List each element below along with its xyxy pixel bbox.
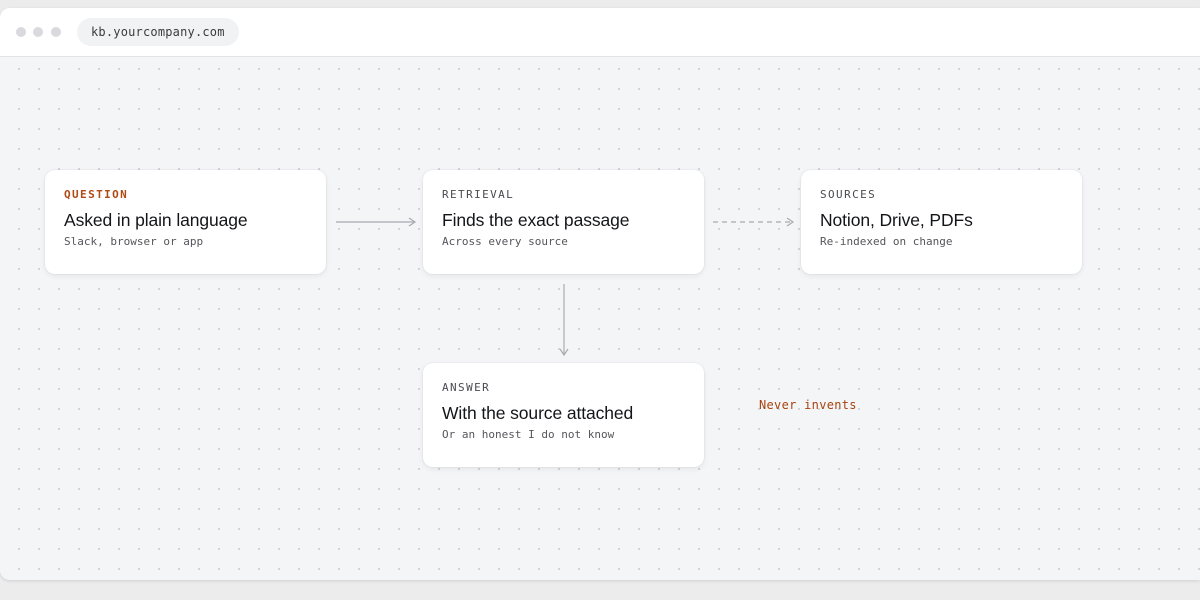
question-card-eyebrow: QUESTION — [64, 188, 129, 201]
retrieval-card[interactable]: RETRIEVAL Finds the exact passage Across… — [423, 170, 704, 274]
retrieval-card-title: Finds the exact passage — [442, 210, 630, 230]
question-card-title: Asked in plain language — [64, 210, 248, 230]
address-bar[interactable]: kb.yourcompany.com — [77, 18, 239, 46]
window-maximize-dot-icon[interactable] — [51, 27, 61, 37]
sources-card-eyebrow: SOURCES — [820, 188, 877, 201]
retrieval-card-subtitle: Across every source — [442, 235, 568, 248]
window-minimize-dot-icon[interactable] — [33, 27, 43, 37]
connector-layer — [336, 217, 795, 357]
answer-card[interactable]: ANSWER With the source attached Or an ho… — [423, 363, 704, 467]
address-bar-url: kb.yourcompany.com — [91, 25, 225, 39]
question-card-subtitle: Slack, browser or app — [64, 235, 204, 248]
arrow-retrieval-to-answer — [559, 284, 569, 357]
answer-card-eyebrow: ANSWER — [442, 381, 491, 394]
arrow-question-to-retrieval — [336, 217, 417, 227]
browser-window: kb.yourcompany.com QUESTION Asked in pla… — [0, 8, 1200, 580]
window-close-dot-icon[interactable] — [16, 27, 26, 37]
never-invents-note: Never invents — [759, 398, 857, 412]
retrieval-card-eyebrow: RETRIEVAL — [442, 188, 515, 201]
sources-card[interactable]: SOURCES Notion, Drive, PDFs Re-indexed o… — [801, 170, 1082, 274]
question-card[interactable]: QUESTION Asked in plain language Slack, … — [45, 170, 326, 274]
arrow-retrieval-to-sources — [713, 217, 795, 227]
sources-card-subtitle: Re-indexed on change — [820, 235, 953, 248]
answer-card-subtitle: Or an honest I do not know — [442, 428, 615, 441]
flow-diagram-canvas: QUESTION Asked in plain language Slack, … — [0, 57, 1200, 580]
browser-titlebar: kb.yourcompany.com — [0, 8, 1200, 57]
answer-card-title: With the source attached — [442, 403, 634, 423]
sources-card-title: Notion, Drive, PDFs — [820, 210, 973, 230]
